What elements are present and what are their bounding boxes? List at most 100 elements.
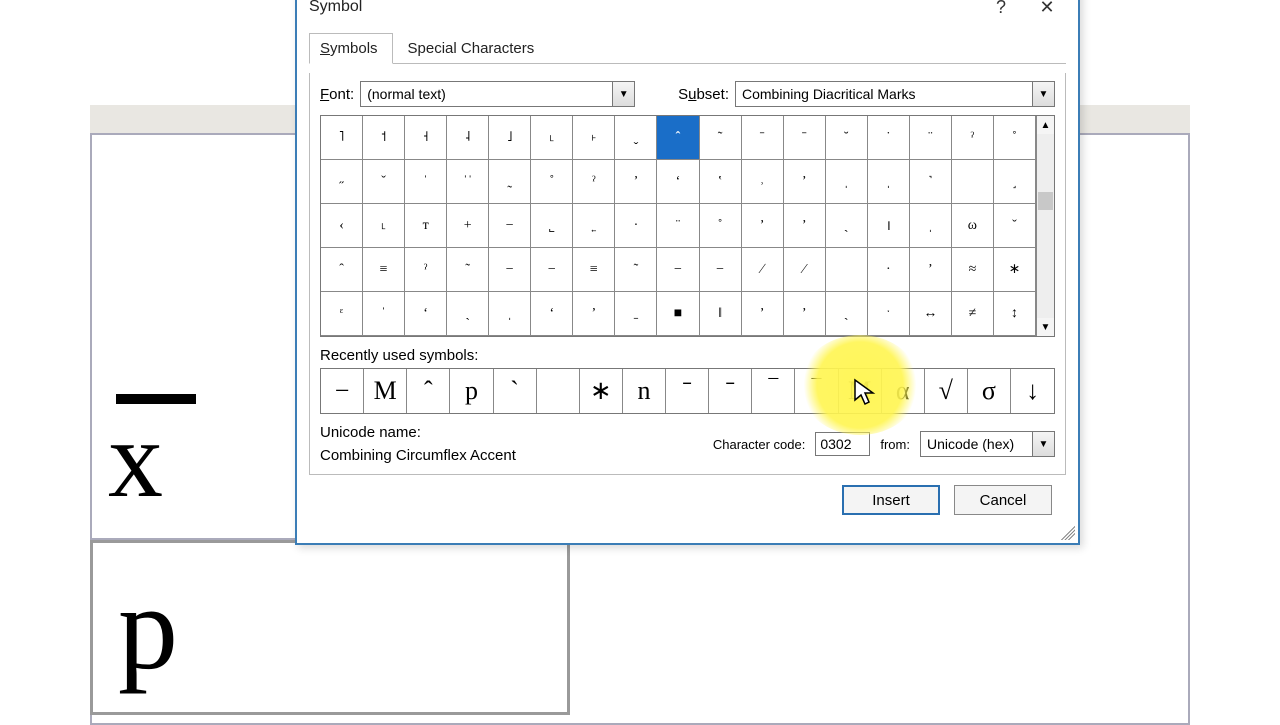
tab-special-characters[interactable]: Special Characters [397, 33, 550, 63]
symbol-cell[interactable]: ˆ [657, 116, 699, 160]
symbol-cell[interactable]: ʼ [742, 204, 784, 248]
dropdown-icon[interactable]: ▼ [1032, 432, 1054, 456]
symbol-cell[interactable]: ˌ [489, 292, 531, 336]
symbol-cell[interactable]: ˿ [573, 204, 615, 248]
dropdown-icon[interactable]: ▼ [1032, 82, 1054, 106]
symbol-cell[interactable]: ˺ [910, 160, 952, 204]
scroll-track[interactable] [1037, 134, 1054, 318]
symbol-cell[interactable]: ˨ [447, 116, 489, 160]
symbol-cell[interactable]: ≡ [363, 248, 405, 292]
recent-symbol[interactable]: √ [925, 369, 968, 413]
symbol-cell[interactable]: ⁄ [784, 248, 826, 292]
symbol-cell[interactable]: ʼ [784, 204, 826, 248]
symbol-cell[interactable]: ˪ [363, 204, 405, 248]
resize-grip[interactable] [1061, 526, 1075, 540]
symbol-cell[interactable]: ʽ [700, 160, 742, 204]
symbol-cell[interactable]: − [531, 248, 573, 292]
scroll-up-icon[interactable]: ▲ [1037, 116, 1054, 134]
symbol-cell[interactable]: ʻ [531, 292, 573, 336]
recent-symbol[interactable]: ˉ [709, 369, 752, 413]
symbol-cell[interactable]: ≈ [952, 248, 994, 292]
symbol-cell[interactable]: ↔ [910, 292, 952, 336]
symbol-cell[interactable]: − [700, 248, 742, 292]
recent-symbol[interactable]: M [364, 369, 407, 413]
symbol-cell[interactable]: ω [952, 204, 994, 248]
symbol-cell[interactable]: ˜ [615, 248, 657, 292]
recent-symbol[interactable]: ‾ [752, 369, 795, 413]
symbol-cell[interactable]: ˏ [826, 204, 868, 248]
symbol-cell[interactable]: − [489, 248, 531, 292]
recent-symbol[interactable]: α [882, 369, 925, 413]
tab-symbols[interactable]: Symbols [309, 33, 393, 64]
symbol-cell[interactable]: ˼ [994, 160, 1036, 204]
symbol-cell[interactable]: ˒ [742, 160, 784, 204]
recent-symbol[interactable]: ‾ [795, 369, 838, 413]
symbol-cell[interactable]: ˈˈ [447, 160, 489, 204]
document-cell-p[interactable]: p [90, 540, 570, 715]
symbol-cell[interactable]: ∕ [742, 248, 784, 292]
symbol-cell[interactable]: ˷ [489, 160, 531, 204]
symbol-cell[interactable]: ˚ [700, 204, 742, 248]
symbol-cell[interactable]: ¨ [657, 204, 699, 248]
recent-symbol[interactable]: σ [968, 369, 1011, 413]
symbol-cell[interactable]: ˚ [994, 116, 1036, 160]
symbol-cell[interactable]: ˈ [405, 160, 447, 204]
cancel-button[interactable]: Cancel [954, 485, 1052, 515]
symbol-cell[interactable]: ˌ [910, 204, 952, 248]
symbol-cell[interactable]: ■ [657, 292, 699, 336]
symbol-cell[interactable]: ᴛ [405, 204, 447, 248]
recent-symbol[interactable]: M [839, 369, 882, 413]
symbol-cell[interactable]: ˪ [531, 116, 573, 160]
symbol-cell[interactable]: ˏ [826, 292, 868, 336]
recent-symbol[interactable]: n [623, 369, 666, 413]
symbol-cell[interactable]: + [447, 204, 489, 248]
symbol-cell[interactable]: ˫ [573, 116, 615, 160]
symbol-cell[interactable] [952, 160, 994, 204]
symbol-cell[interactable]: ˉ [742, 116, 784, 160]
scroll-thumb[interactable] [1038, 192, 1053, 210]
symbol-cell[interactable]: ˀ [573, 160, 615, 204]
dropdown-icon[interactable]: ▼ [612, 82, 634, 106]
symbol-cell[interactable]: ˙ [868, 116, 910, 160]
symbol-cell[interactable]: ↕ [994, 292, 1036, 336]
symbol-cell[interactable]: ˩ [489, 116, 531, 160]
insert-button[interactable]: Insert [842, 485, 940, 515]
recent-symbol[interactable]: ˆ [407, 369, 450, 413]
symbol-cell[interactable]: ‹ [321, 204, 363, 248]
symbol-cell[interactable]: ʼ [742, 292, 784, 336]
symbol-cell[interactable]: ˀ [405, 248, 447, 292]
symbol-cell[interactable]: ˬ [615, 116, 657, 160]
symbol-cell[interactable]: ʼ [910, 248, 952, 292]
symbol-cell[interactable]: ≡ [573, 248, 615, 292]
symbol-cell[interactable]: ˏ [447, 292, 489, 336]
symbol-cell[interactable]: ˥ [321, 116, 363, 160]
symbol-cell[interactable]: ʼ [615, 160, 657, 204]
symbol-cell[interactable]: ∗ [994, 248, 1036, 292]
symbol-cell[interactable] [826, 248, 868, 292]
recent-symbol[interactable]: ∗ [580, 369, 623, 413]
char-code-input[interactable] [815, 432, 870, 456]
font-combo[interactable]: (normal text) ▼ [360, 81, 635, 107]
symbol-cell[interactable]: ¨ [910, 116, 952, 160]
symbol-cell[interactable]: − [489, 204, 531, 248]
symbol-cell[interactable]: ˀ [952, 116, 994, 160]
recent-symbol[interactable]: ↓ [1011, 369, 1054, 413]
symbol-cell[interactable]: ˘ [826, 116, 868, 160]
titlebar[interactable]: Symbol ? ✕ [297, 0, 1078, 27]
symbol-cell[interactable]: ˦ [363, 116, 405, 160]
symbol-cell[interactable]: । [868, 204, 910, 248]
symbol-cell[interactable]: · [615, 204, 657, 248]
symbol-cell[interactable]: ˇ [994, 204, 1036, 248]
recent-symbol[interactable]: ˋ [494, 369, 537, 413]
symbol-cell[interactable]: ˜ [700, 116, 742, 160]
symbol-cell[interactable]: ˇ [363, 160, 405, 204]
symbol-cell[interactable]: ˾ [531, 204, 573, 248]
symbol-cell[interactable]: ˌ [826, 160, 868, 204]
symbol-cell[interactable]: ʻ [657, 160, 699, 204]
scroll-down-icon[interactable]: ▼ [1037, 318, 1054, 336]
symbol-cell[interactable]: ˑ [868, 292, 910, 336]
symbol-cell[interactable]: ≠ [952, 292, 994, 336]
symbol-cell[interactable]: ˍ [615, 292, 657, 336]
close-button[interactable]: ✕ [1024, 0, 1070, 23]
symbol-cell[interactable]: ˌ [868, 160, 910, 204]
